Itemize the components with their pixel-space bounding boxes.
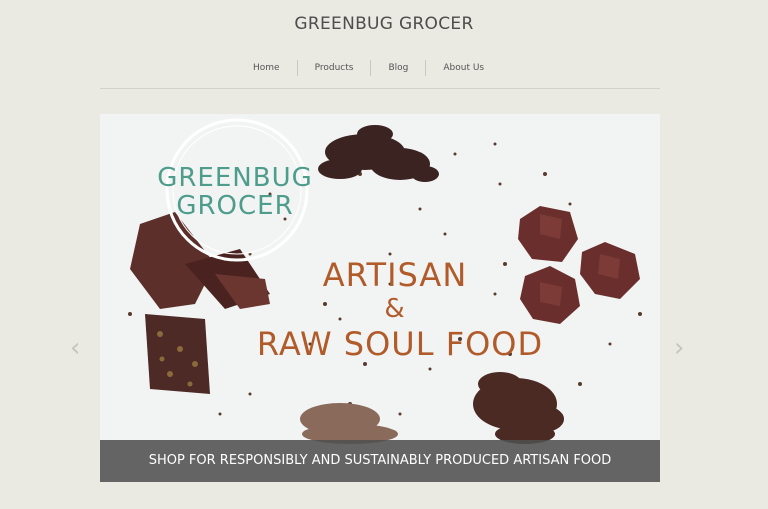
nav-item-home[interactable]: Home: [236, 58, 297, 78]
slide-caption[interactable]: SHOP FOR RESPONSIBLY AND SUSTAINABLY PRO…: [100, 440, 660, 482]
headline-line-2: &: [384, 294, 406, 324]
chevron-right-icon[interactable]: ›: [674, 333, 684, 363]
headline-line-1: ARTISAN: [322, 256, 468, 294]
main-nav: Home Products Blog About Us: [236, 58, 501, 78]
slide-logo: GREENBUG GROCER: [150, 164, 320, 220]
nav-divider-line: [100, 88, 660, 89]
hero-slider[interactable]: GREENBUG GROCER ARTISAN & RAW SOUL FOOD …: [100, 114, 660, 482]
logo-line-2: GROCER: [176, 191, 294, 221]
nav-item-about-us[interactable]: About Us: [426, 58, 501, 78]
nav-item-blog[interactable]: Blog: [371, 58, 425, 78]
logo-line-1: GREENBUG: [157, 163, 313, 193]
headline-line-3: RAW SOUL FOOD: [256, 325, 544, 363]
chevron-left-icon[interactable]: ‹: [70, 333, 80, 363]
nav-item-products[interactable]: Products: [298, 58, 371, 78]
site-title[interactable]: GREENBUG GROCER: [0, 14, 768, 34]
